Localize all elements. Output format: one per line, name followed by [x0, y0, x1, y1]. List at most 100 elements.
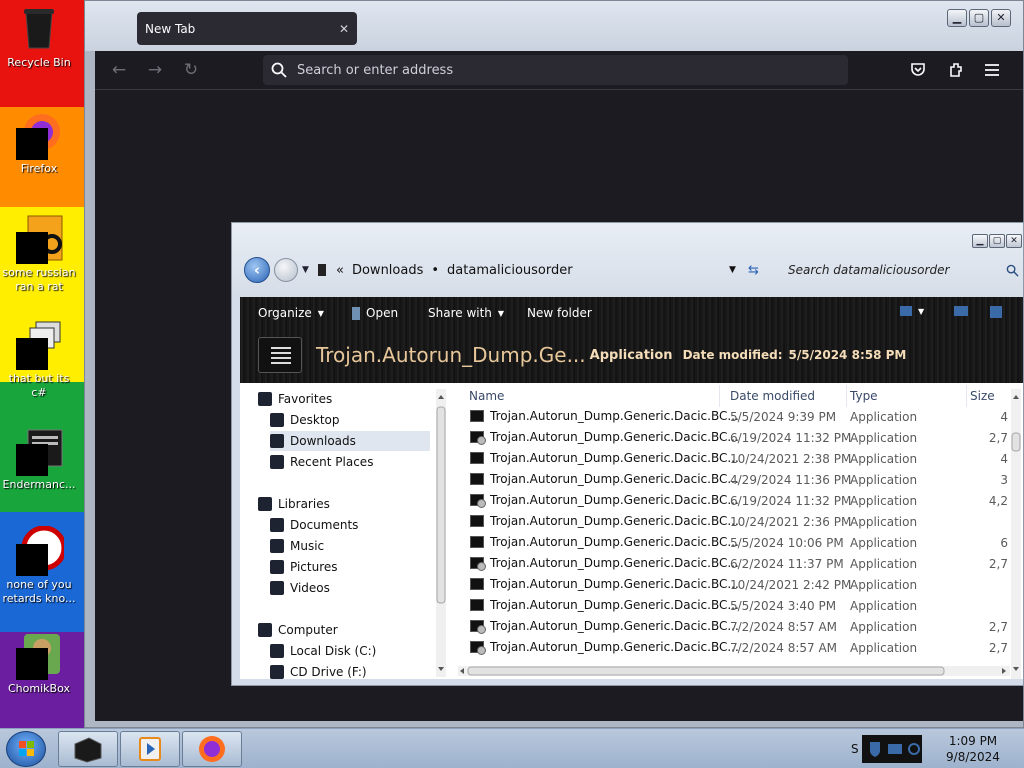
column-header-name[interactable]: Name	[466, 385, 720, 407]
view-options-button[interactable]: ▼	[900, 306, 924, 316]
breadcrumb[interactable]: « Downloads • datamaliciousorder ▼ ⇆	[316, 259, 759, 281]
tab-new-tab[interactable]: New Tab ✕	[137, 12, 357, 45]
file-row[interactable]: Trojan.Autorun_Dump.Generic.Dacic.BC... 1…	[458, 575, 1018, 596]
desktop-icon-none-of-you[interactable]: none of you retards kno...	[0, 526, 78, 606]
file-type: Application	[850, 599, 918, 613]
search-icon[interactable]	[1006, 264, 1019, 277]
tab-close-icon[interactable]: ✕	[339, 22, 349, 36]
column-header-date-modified[interactable]: Date modified	[727, 385, 847, 407]
file-row[interactable]: Trojan.Autorun_Dump.Generic.Dacic.BC... 6…	[458, 491, 1018, 512]
file-row[interactable]: Trojan.Autorun_Dump.Generic.Dacic.BC... 1…	[458, 449, 1018, 470]
column-header-type[interactable]: Type	[847, 385, 967, 407]
nav-item-libraries[interactable]: Libraries	[258, 494, 430, 514]
breadcrumb-prefix[interactable]: «	[336, 263, 344, 278]
breadcrumb-downloads[interactable]: Downloads	[352, 263, 423, 278]
file-row[interactable]: Trojan.Autorun_Dump.Generic.Dacic.BC... 1…	[458, 512, 1018, 533]
system-clock[interactable]: 1:09 PM 9/8/2024	[932, 733, 1014, 765]
date-modified-label: Date modified:	[682, 348, 783, 362]
horizontal-scrollbar[interactable]	[458, 665, 1010, 677]
desktop-icon-chomikbox[interactable]: ChomikBox	[0, 630, 78, 696]
share-with-button[interactable]: Share with ▼	[428, 306, 504, 320]
nav-item-label: Videos	[290, 581, 330, 595]
nav-item-music[interactable]: Music	[270, 536, 430, 556]
nav-item-pictures[interactable]: Pictures	[270, 557, 430, 577]
file-type: Application	[850, 494, 918, 508]
back-arrow-icon[interactable]: ←	[109, 60, 129, 80]
pocket-icon[interactable]	[909, 61, 927, 79]
nav-item-local-disk-c[interactable]: Local Disk (C:)	[270, 641, 430, 661]
taskbar-media-player-button[interactable]	[120, 731, 180, 767]
reload-icon[interactable]: ↻	[181, 60, 201, 80]
address-dropdown-icon[interactable]: ▼	[729, 265, 736, 275]
new-folder-button[interactable]: New folder	[527, 306, 592, 320]
menu-icon[interactable]	[983, 61, 1001, 79]
file-row[interactable]: Trojan.Autorun_Dump.Generic.Dacic.BC... 6…	[458, 554, 1018, 575]
close-button[interactable]: ✕	[1006, 234, 1022, 248]
desktop-icon-russian-rat[interactable]: some russian ran a rat	[0, 214, 78, 294]
file-row[interactable]: Trojan.Autorun_Dump.Generic.Dacic.BC... 7…	[458, 638, 1018, 659]
file-row[interactable]: Trojan.Autorun_Dump.Generic.Dacic.BC... 4…	[458, 470, 1018, 491]
minimize-button[interactable]: ▁	[947, 9, 967, 27]
nav-item-desktop[interactable]: Desktop	[270, 410, 430, 430]
nav-item-icon	[258, 623, 272, 637]
close-button[interactable]: ✕	[991, 9, 1011, 27]
file-row[interactable]: Trojan.Autorun_Dump.Generic.Dacic.BC... 5…	[458, 596, 1018, 617]
desktop-icon-label: some russian ran a rat	[2, 266, 76, 293]
file-list-scrollbar[interactable]	[1010, 389, 1022, 679]
search-input[interactable]	[788, 263, 998, 277]
file-row[interactable]: Trojan.Autorun_Dump.Generic.Dacic.BC... 6…	[458, 428, 1018, 449]
taskbar-firefox-button[interactable]	[182, 731, 242, 767]
nav-item-favorites[interactable]: Favorites	[258, 389, 430, 409]
firefox-icon	[14, 110, 64, 160]
share-with-label: Share with	[428, 306, 492, 320]
file-row[interactable]: Trojan.Autorun_Dump.Generic.Dacic.BC... 5…	[458, 533, 1018, 554]
organize-button[interactable]: Organize ▼	[258, 306, 324, 320]
nav-item-recent-places[interactable]: Recent Places	[270, 452, 430, 472]
file-name-cell: Trojan.Autorun_Dump.Generic.Dacic.BC...	[470, 451, 739, 465]
file-name-cell: Trojan.Autorun_Dump.Generic.Dacic.BC...	[470, 430, 739, 445]
breadcrumb-datamaliciousorder[interactable]: datamaliciousorder	[447, 263, 573, 278]
maximize-button[interactable]: ▢	[989, 234, 1005, 248]
file-name-cell: Trojan.Autorun_Dump.Generic.Dacic.BC...	[470, 493, 739, 508]
windows-logo-icon	[19, 741, 34, 756]
minimize-button[interactable]: ▁	[972, 234, 988, 248]
file-type: Application	[850, 452, 918, 466]
notification-area[interactable]	[862, 735, 922, 763]
taskbar-explorer-button[interactable]	[58, 731, 118, 767]
nav-item-videos[interactable]: Videos	[270, 578, 430, 598]
desktop-icon-recycle-bin[interactable]: Recycle Bin	[0, 4, 78, 70]
new-folder-label: New folder	[527, 306, 592, 320]
help-button[interactable]	[990, 306, 1002, 318]
nav-item-computer[interactable]: Computer	[258, 620, 430, 640]
nav-scrollbar[interactable]	[435, 389, 447, 677]
desktop-icon-label: that but its c#	[8, 372, 70, 399]
start-button[interactable]	[6, 731, 46, 767]
application-file-icon	[470, 557, 486, 571]
nav-item-downloads[interactable]: Downloads	[270, 431, 430, 451]
forward-button[interactable]	[274, 258, 298, 282]
back-button[interactable]: ‹	[244, 257, 270, 283]
file-row[interactable]: Trojan.Autorun_Dump.Generic.Dacic.BC... 5…	[458, 407, 1018, 428]
recent-pages-chevron-icon[interactable]: ▼	[302, 265, 309, 275]
explorer-window: ▁ ▢ ✕ ‹ ▼ « Downloads • datamaliciousord…	[231, 222, 1024, 686]
desktop-icon-endermanch[interactable]: Endermanc...	[0, 426, 78, 492]
preview-pane-button[interactable]	[954, 306, 968, 316]
open-button[interactable]: Open	[352, 306, 398, 320]
file-size: 2,7	[988, 431, 1008, 445]
refresh-icon[interactable]: ⇆	[748, 263, 759, 278]
maximize-button[interactable]: ▢	[969, 9, 989, 27]
address-bar[interactable]	[263, 55, 848, 85]
desktop-icon-firefox[interactable]: Firefox	[0, 110, 78, 176]
file-type: Application	[850, 557, 918, 571]
breadcrumb-separator[interactable]: •	[431, 263, 439, 278]
nav-item-cd-drive-f[interactable]: CD Drive (F:)	[270, 662, 430, 682]
extensions-icon[interactable]	[947, 61, 965, 79]
desktop-icon-csharp[interactable]: that but its c#	[0, 320, 78, 400]
file-date: 7/2/2024 8:57 AM	[730, 620, 838, 634]
search-box[interactable]	[786, 259, 1022, 281]
forward-arrow-icon[interactable]: →	[145, 60, 165, 80]
address-input[interactable]	[297, 62, 817, 78]
details-pane: Trojan.Autorun_Dump.Ge... Application Da…	[258, 337, 906, 373]
nav-item-documents[interactable]: Documents	[270, 515, 430, 535]
file-row[interactable]: Trojan.Autorun_Dump.Generic.Dacic.BC... 7…	[458, 617, 1018, 638]
